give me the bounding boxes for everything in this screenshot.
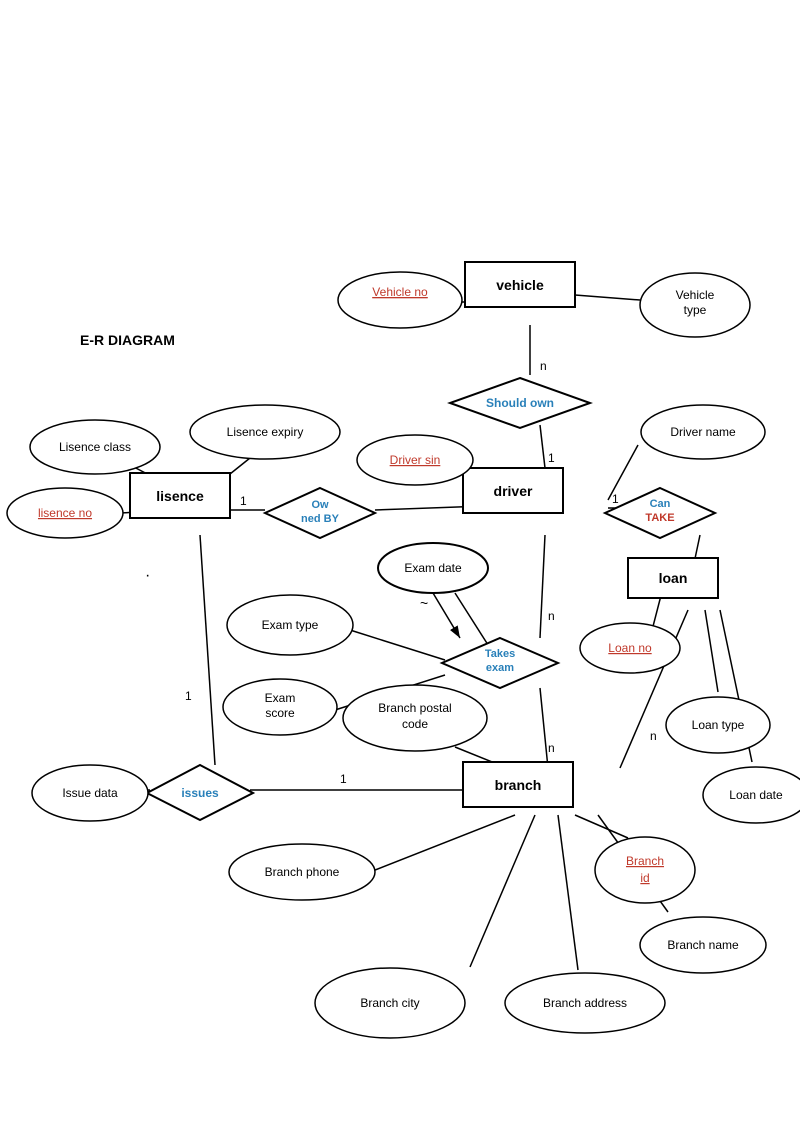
- attr-vehicle-type-label2: type: [684, 303, 707, 317]
- attr-exam-score-label: Exam: [265, 691, 296, 705]
- attr-branch-city-label: Branch city: [360, 996, 419, 1010]
- cardinality-1-branch: 1: [340, 772, 347, 786]
- attr-branch-name-label: Branch name: [667, 938, 739, 952]
- attr-branch-id-label2: id: [640, 871, 649, 885]
- attr-loan-type-label: Loan type: [692, 718, 745, 732]
- attr-loan-no-label: Loan no: [608, 641, 652, 655]
- attr-branch-address-label: Branch address: [543, 996, 627, 1010]
- attr-loan-date-label: Loan date: [729, 788, 783, 802]
- attr-branch-id-label: Branch: [626, 854, 664, 868]
- entity-vehicle-label: vehicle: [496, 277, 544, 293]
- attr-vehicle-no: [338, 272, 462, 328]
- attr-exam-score-label2: score: [265, 706, 295, 720]
- cardinality-1-driver-own: 1: [548, 451, 555, 465]
- diagram-title: E-R DIAGRAM: [80, 332, 175, 348]
- rel-issues-label: issues: [181, 786, 219, 800]
- rel-owned-by-label2: ned BY: [301, 513, 340, 525]
- rel-can-take-label: Can: [650, 498, 671, 510]
- attr-exam-date-label: Exam date: [404, 561, 462, 575]
- cardinality-n-loan-branch: n: [650, 729, 657, 743]
- cardinality-n-branch-exam: n: [548, 741, 555, 755]
- attr-branch-postal-label: Branch postal: [378, 701, 451, 715]
- dot-marker: ·: [145, 567, 150, 584]
- attr-exam-type-label: Exam type: [262, 618, 319, 632]
- attr-driver-sin-label: Driver sin: [390, 453, 441, 467]
- entity-driver-label: driver: [494, 483, 533, 499]
- attr-issue-data-label: Issue data: [62, 786, 118, 800]
- attr-lisence-class-label: Lisence class: [59, 440, 131, 454]
- attr-lisence-no-label: lisence no: [38, 506, 92, 520]
- attr-branch-postal-label2: code: [402, 717, 428, 731]
- attr-lisence-expiry-label: Lisence expiry: [227, 425, 304, 439]
- attr-vehicle-no-label: Vehicle no: [372, 285, 428, 299]
- attr-driver-name-label: Driver name: [670, 425, 736, 439]
- attr-branch-phone-label: Branch phone: [265, 865, 340, 879]
- attr-branch-id: [595, 837, 695, 903]
- cardinality-n-driver-exam: n: [548, 609, 555, 623]
- cardinality-1-issues: 1: [185, 689, 192, 703]
- cardinality-n-vehicle: n: [540, 359, 547, 373]
- rel-takes-exam-label: Takes: [485, 648, 515, 660]
- entity-loan-label: loan: [659, 570, 688, 586]
- attr-vehicle-type-label: Vehicle: [676, 288, 715, 302]
- entity-branch-label: branch: [495, 777, 542, 793]
- rel-takes-exam-label2: exam: [486, 662, 514, 674]
- rel-owned-by-label: Ow: [311, 499, 329, 511]
- cardinality-1-cantake: 1: [612, 492, 619, 506]
- rel-should-own-label: Should own: [486, 396, 554, 410]
- tilde1: ~: [420, 595, 428, 611]
- rel-can-take-label2: TAKE: [645, 512, 674, 524]
- entity-lisence-label: lisence: [156, 488, 204, 504]
- cardinality-1-lisence: 1: [240, 494, 247, 508]
